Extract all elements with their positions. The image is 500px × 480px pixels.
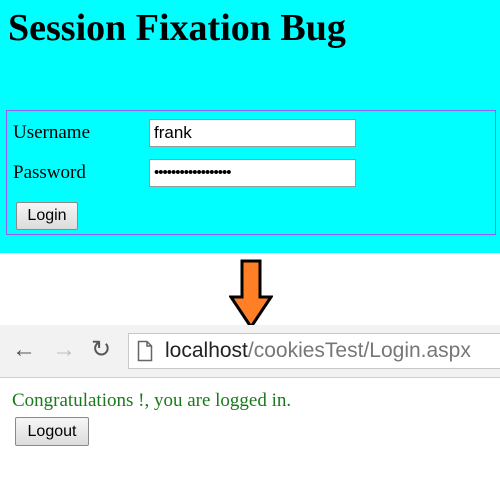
back-arrow-icon[interactable]: ←	[12, 335, 36, 365]
forward-arrow-icon[interactable]: →	[52, 335, 76, 365]
url-path: /cookiesTest/Login.aspx	[247, 339, 471, 362]
username-input[interactable]: frank	[149, 119, 356, 147]
page-title: Session Fixation Bug	[8, 7, 346, 49]
url-text: localhost/cookiesTest/Login.aspx	[165, 339, 471, 363]
success-message: Congratulations !, you are logged in.	[12, 390, 292, 411]
page-icon	[137, 340, 153, 362]
login-button[interactable]: Login	[16, 202, 78, 230]
login-page-panel: Session Fixation Bug Username frank Pass…	[0, 0, 500, 253]
reload-icon[interactable]: ↻	[91, 335, 111, 365]
password-label: Password	[13, 162, 86, 183]
username-label: Username	[13, 122, 91, 143]
address-bar[interactable]: localhost/cookiesTest/Login.aspx	[128, 333, 500, 369]
url-host: localhost	[165, 339, 248, 362]
login-form: Username frank Password ••••••••••••••••…	[6, 110, 496, 235]
password-input[interactable]: ••••••••••••••••••	[149, 159, 356, 187]
logout-button[interactable]: Logout	[15, 417, 89, 446]
down-arrow-icon	[229, 259, 273, 329]
browser-toolbar: ← → ↻ localhost/cookiesTest/Login.aspx	[0, 325, 500, 378]
